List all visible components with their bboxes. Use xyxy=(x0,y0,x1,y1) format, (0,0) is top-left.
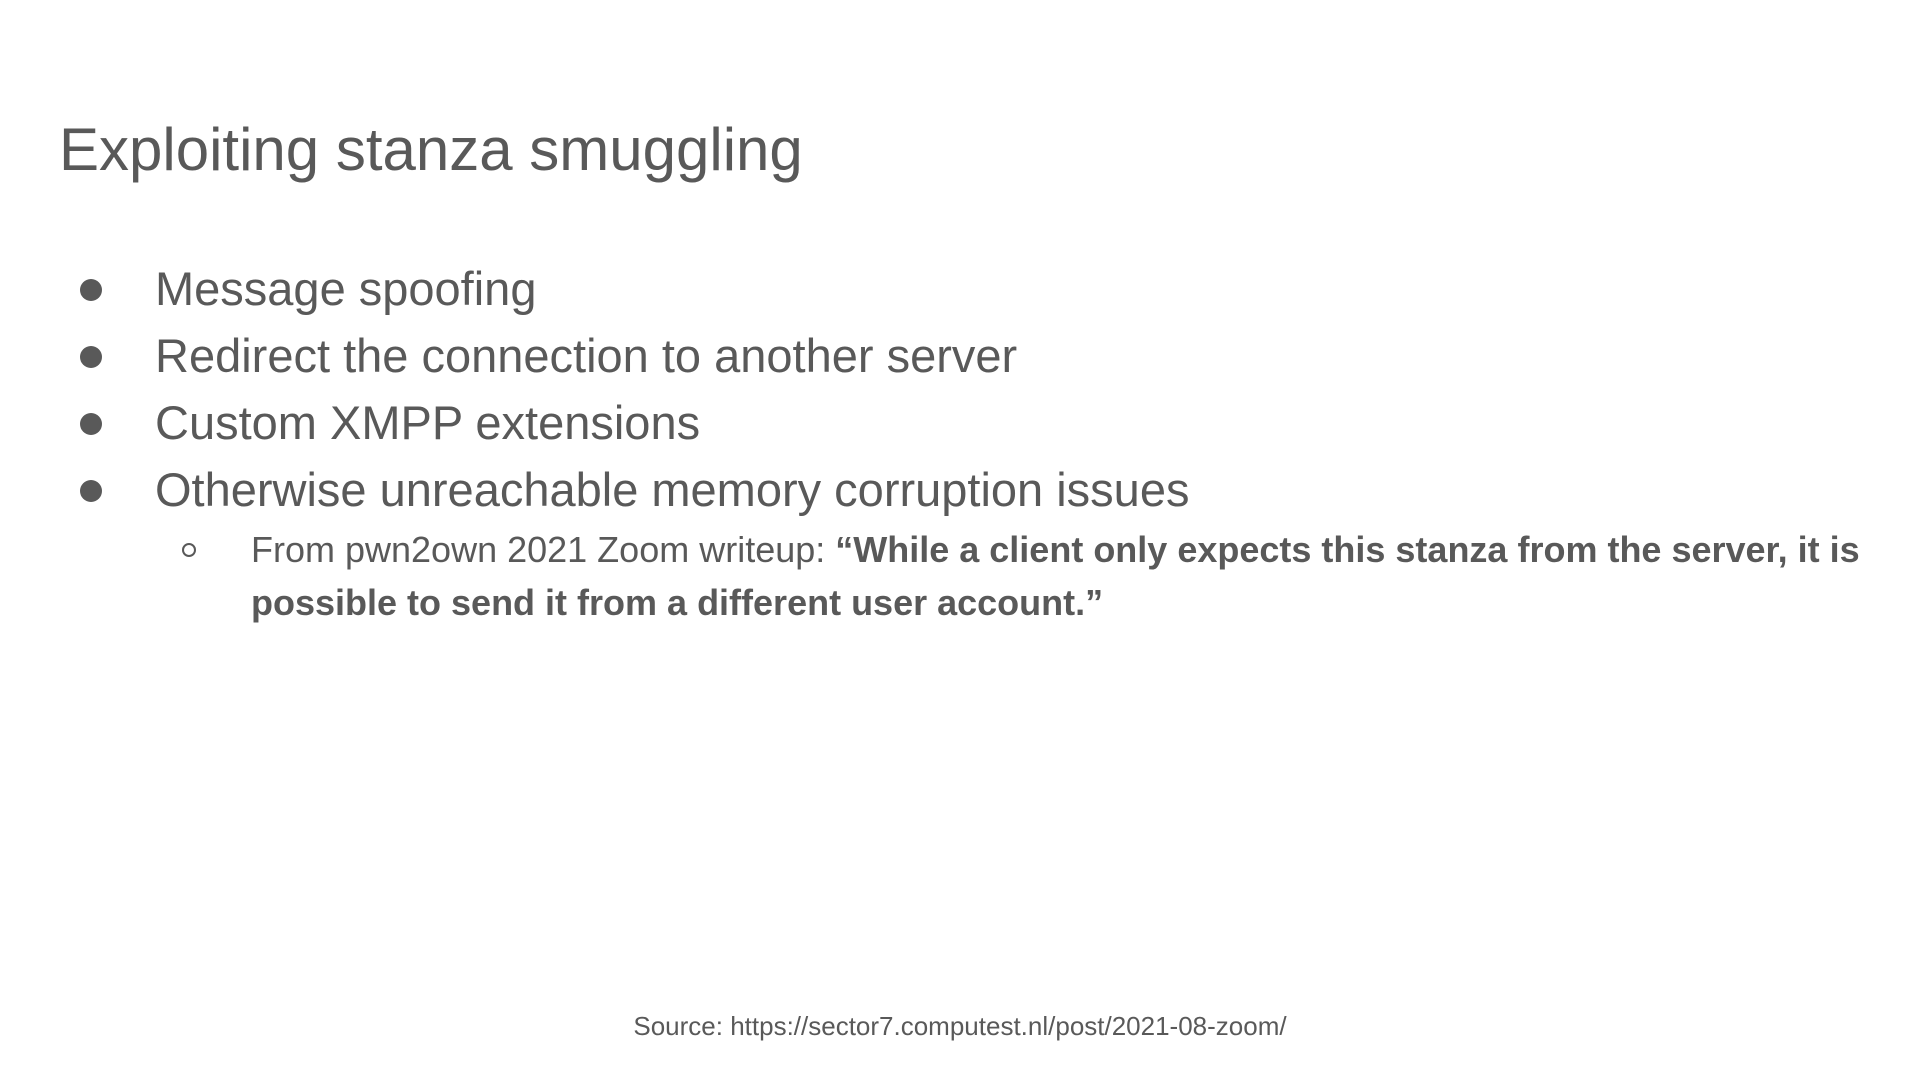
bullet-dot-icon xyxy=(80,346,102,368)
sub-bullet-item: From pwn2own 2021 Zoom writeup: “While a… xyxy=(0,523,1920,629)
bullet-item: Message spoofing xyxy=(0,255,1920,322)
bullet-text: Redirect the connection to another serve… xyxy=(155,329,1018,382)
slide-title: Exploiting stanza smuggling xyxy=(59,116,803,183)
bullet-text: Message spoofing xyxy=(155,262,537,315)
bullet-dot-icon xyxy=(80,480,102,502)
hollow-circle-bullet-icon xyxy=(182,543,196,557)
sub-bullet-text: From pwn2own 2021 Zoom writeup: “While a… xyxy=(251,523,1881,629)
bullet-list: Message spoofing Redirect the connection… xyxy=(0,255,1920,629)
sub-bullet-prefix: From pwn2own 2021 Zoom writeup: xyxy=(251,529,836,570)
bullet-dot-icon xyxy=(80,279,102,301)
source-citation: Source: https://sector7.computest.nl/pos… xyxy=(633,1011,1287,1041)
bullet-text: Otherwise unreachable memory corruption … xyxy=(155,463,1190,516)
bullet-dot-icon xyxy=(80,413,102,435)
bullet-text: Custom XMPP extensions xyxy=(155,396,701,449)
bullet-item: Redirect the connection to another serve… xyxy=(0,322,1920,389)
bullet-item: Otherwise unreachable memory corruption … xyxy=(0,456,1920,523)
bullet-item: Custom XMPP extensions xyxy=(0,389,1920,456)
slide: Exploiting stanza smuggling Message spoo… xyxy=(0,0,1920,1080)
